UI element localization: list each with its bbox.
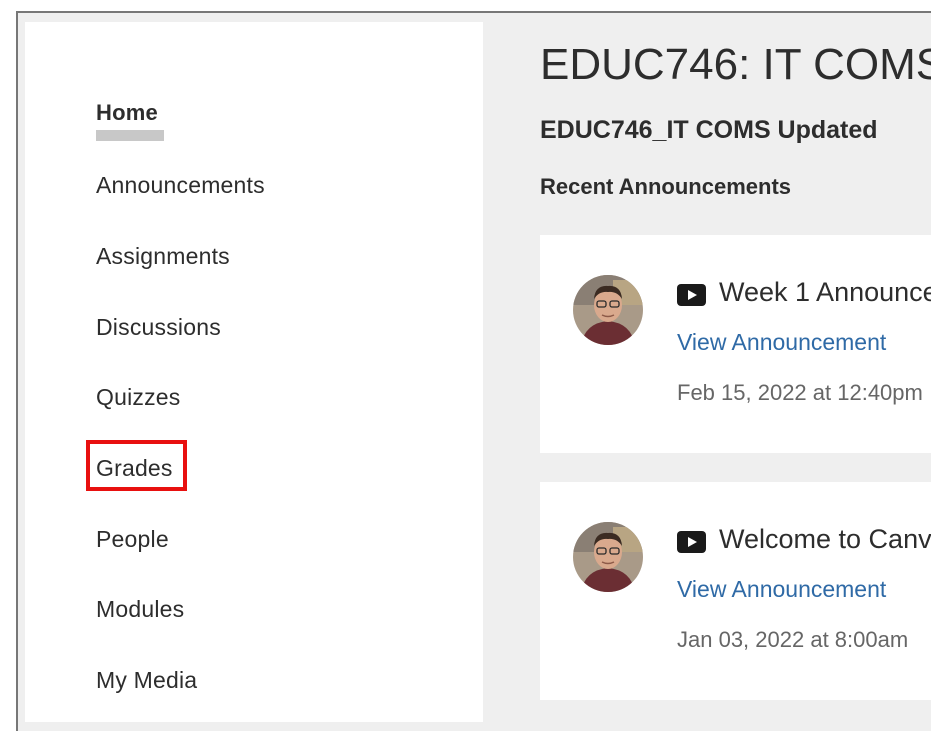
video-icon <box>677 531 706 553</box>
announcement-date: Jan 03, 2022 at 8:00am <box>677 627 909 652</box>
view-announcement-link[interactable]: View Announcement <box>677 576 886 603</box>
nav-my-media[interactable]: My Media <box>96 667 197 694</box>
avatar <box>573 522 643 592</box>
course-sidebar <box>25 22 483 722</box>
course-title: EDUC746: IT COMS <box>540 40 931 89</box>
avatar <box>573 275 643 345</box>
announcement-title: Week 1 Announce <box>719 277 931 307</box>
announcement-date: Feb 15, 2022 at 12:40pm <box>677 380 923 405</box>
active-indicator <box>96 130 164 141</box>
nav-quizzes[interactable]: Quizzes <box>96 384 180 411</box>
course-subtitle: EDUC746_IT COMS Updated <box>540 116 878 144</box>
announcement-card: Week 1 Announce View Announcement Feb 15… <box>540 235 931 453</box>
announcement-title: Welcome to Canv <box>719 524 931 554</box>
recent-announcements-heading: Recent Announcements <box>540 174 792 199</box>
video-icon <box>677 284 706 306</box>
view-announcement-link[interactable]: View Announcement <box>677 329 886 356</box>
nav-grades[interactable]: Grades <box>96 455 173 482</box>
nav-discussions[interactable]: Discussions <box>96 314 221 341</box>
announcement-card: Welcome to Canv View Announcement Jan 03… <box>540 482 931 700</box>
nav-people[interactable]: People <box>96 526 169 553</box>
nav-assignments[interactable]: Assignments <box>96 243 230 270</box>
nav-announcements[interactable]: Announcements <box>96 172 265 199</box>
nav-home[interactable]: Home <box>96 100 158 126</box>
nav-modules[interactable]: Modules <box>96 596 184 623</box>
